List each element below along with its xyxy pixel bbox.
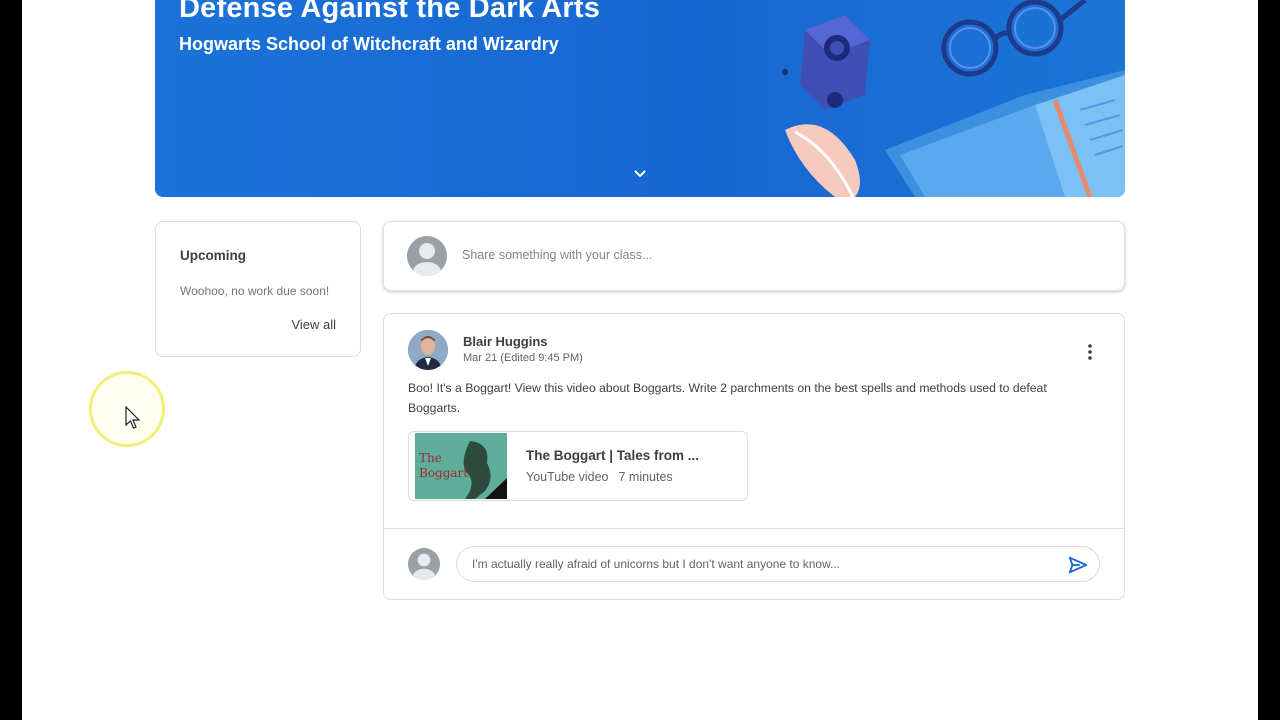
attachment-type: YouTube video <box>526 470 609 484</box>
class-subtitle: Hogwarts School of Witchcraft and Wizard… <box>179 34 559 54</box>
share-box[interactable]: Share something with your class... <box>383 221 1125 291</box>
class-title: Defense Against the Dark Arts <box>179 0 601 24</box>
chevron-down-icon[interactable] <box>631 165 649 183</box>
post-date: Mar 21 (Edited 9:45 PM) <box>463 352 583 364</box>
attachment-meta: YouTube video 7 minutes <box>526 470 673 484</box>
attachment-duration: 7 minutes <box>618 470 673 484</box>
thumbnail-text: The Boggart <box>419 451 469 480</box>
banner-illustration <box>782 0 1125 197</box>
post-body: Boo! It's a Boggart! View this video abo… <box>408 381 1047 415</box>
commenter-avatar <box>408 548 440 580</box>
book-icon <box>885 70 1125 197</box>
user-avatar <box>407 236 447 276</box>
post-author: Blair Huggins <box>463 334 548 349</box>
more-vert-icon[interactable] <box>1080 342 1100 362</box>
video-thumbnail: The Boggart <box>415 433 507 499</box>
mouse-pointer-icon <box>125 406 141 429</box>
comment-text[interactable]: I'm actually really afraid of unicorns b… <box>472 557 840 571</box>
quill-icon <box>785 124 860 197</box>
author-photo-icon <box>408 330 448 370</box>
video-attachment[interactable]: The Boggart The Boggart | Tales from ...… <box>408 431 748 501</box>
view-all-link[interactable]: View all <box>291 317 336 332</box>
class-banner: Defense Against the Dark Arts Hogwarts S… <box>155 0 1125 197</box>
send-icon[interactable] <box>1067 554 1089 576</box>
ink-pot-icon <box>782 15 870 110</box>
person-icon <box>412 553 436 580</box>
upcoming-empty-text: Woohoo, no work due soon! <box>180 284 330 298</box>
stream-post: Blair Huggins Mar 21 (Edited 9:45 PM) Bo… <box>383 313 1125 600</box>
comment-input[interactable]: I'm actually really afraid of unicorns b… <box>456 546 1100 582</box>
divider <box>384 528 1124 529</box>
glasses-icon <box>941 0 1087 77</box>
person-icon <box>413 243 441 276</box>
upcoming-card: Upcoming Woohoo, no work due soon! View … <box>155 221 361 357</box>
upcoming-title: Upcoming <box>180 248 246 263</box>
share-input[interactable]: Share something with your class... <box>462 248 652 262</box>
author-avatar <box>408 330 448 370</box>
attachment-title: The Boggart | Tales from ... <box>526 448 700 463</box>
